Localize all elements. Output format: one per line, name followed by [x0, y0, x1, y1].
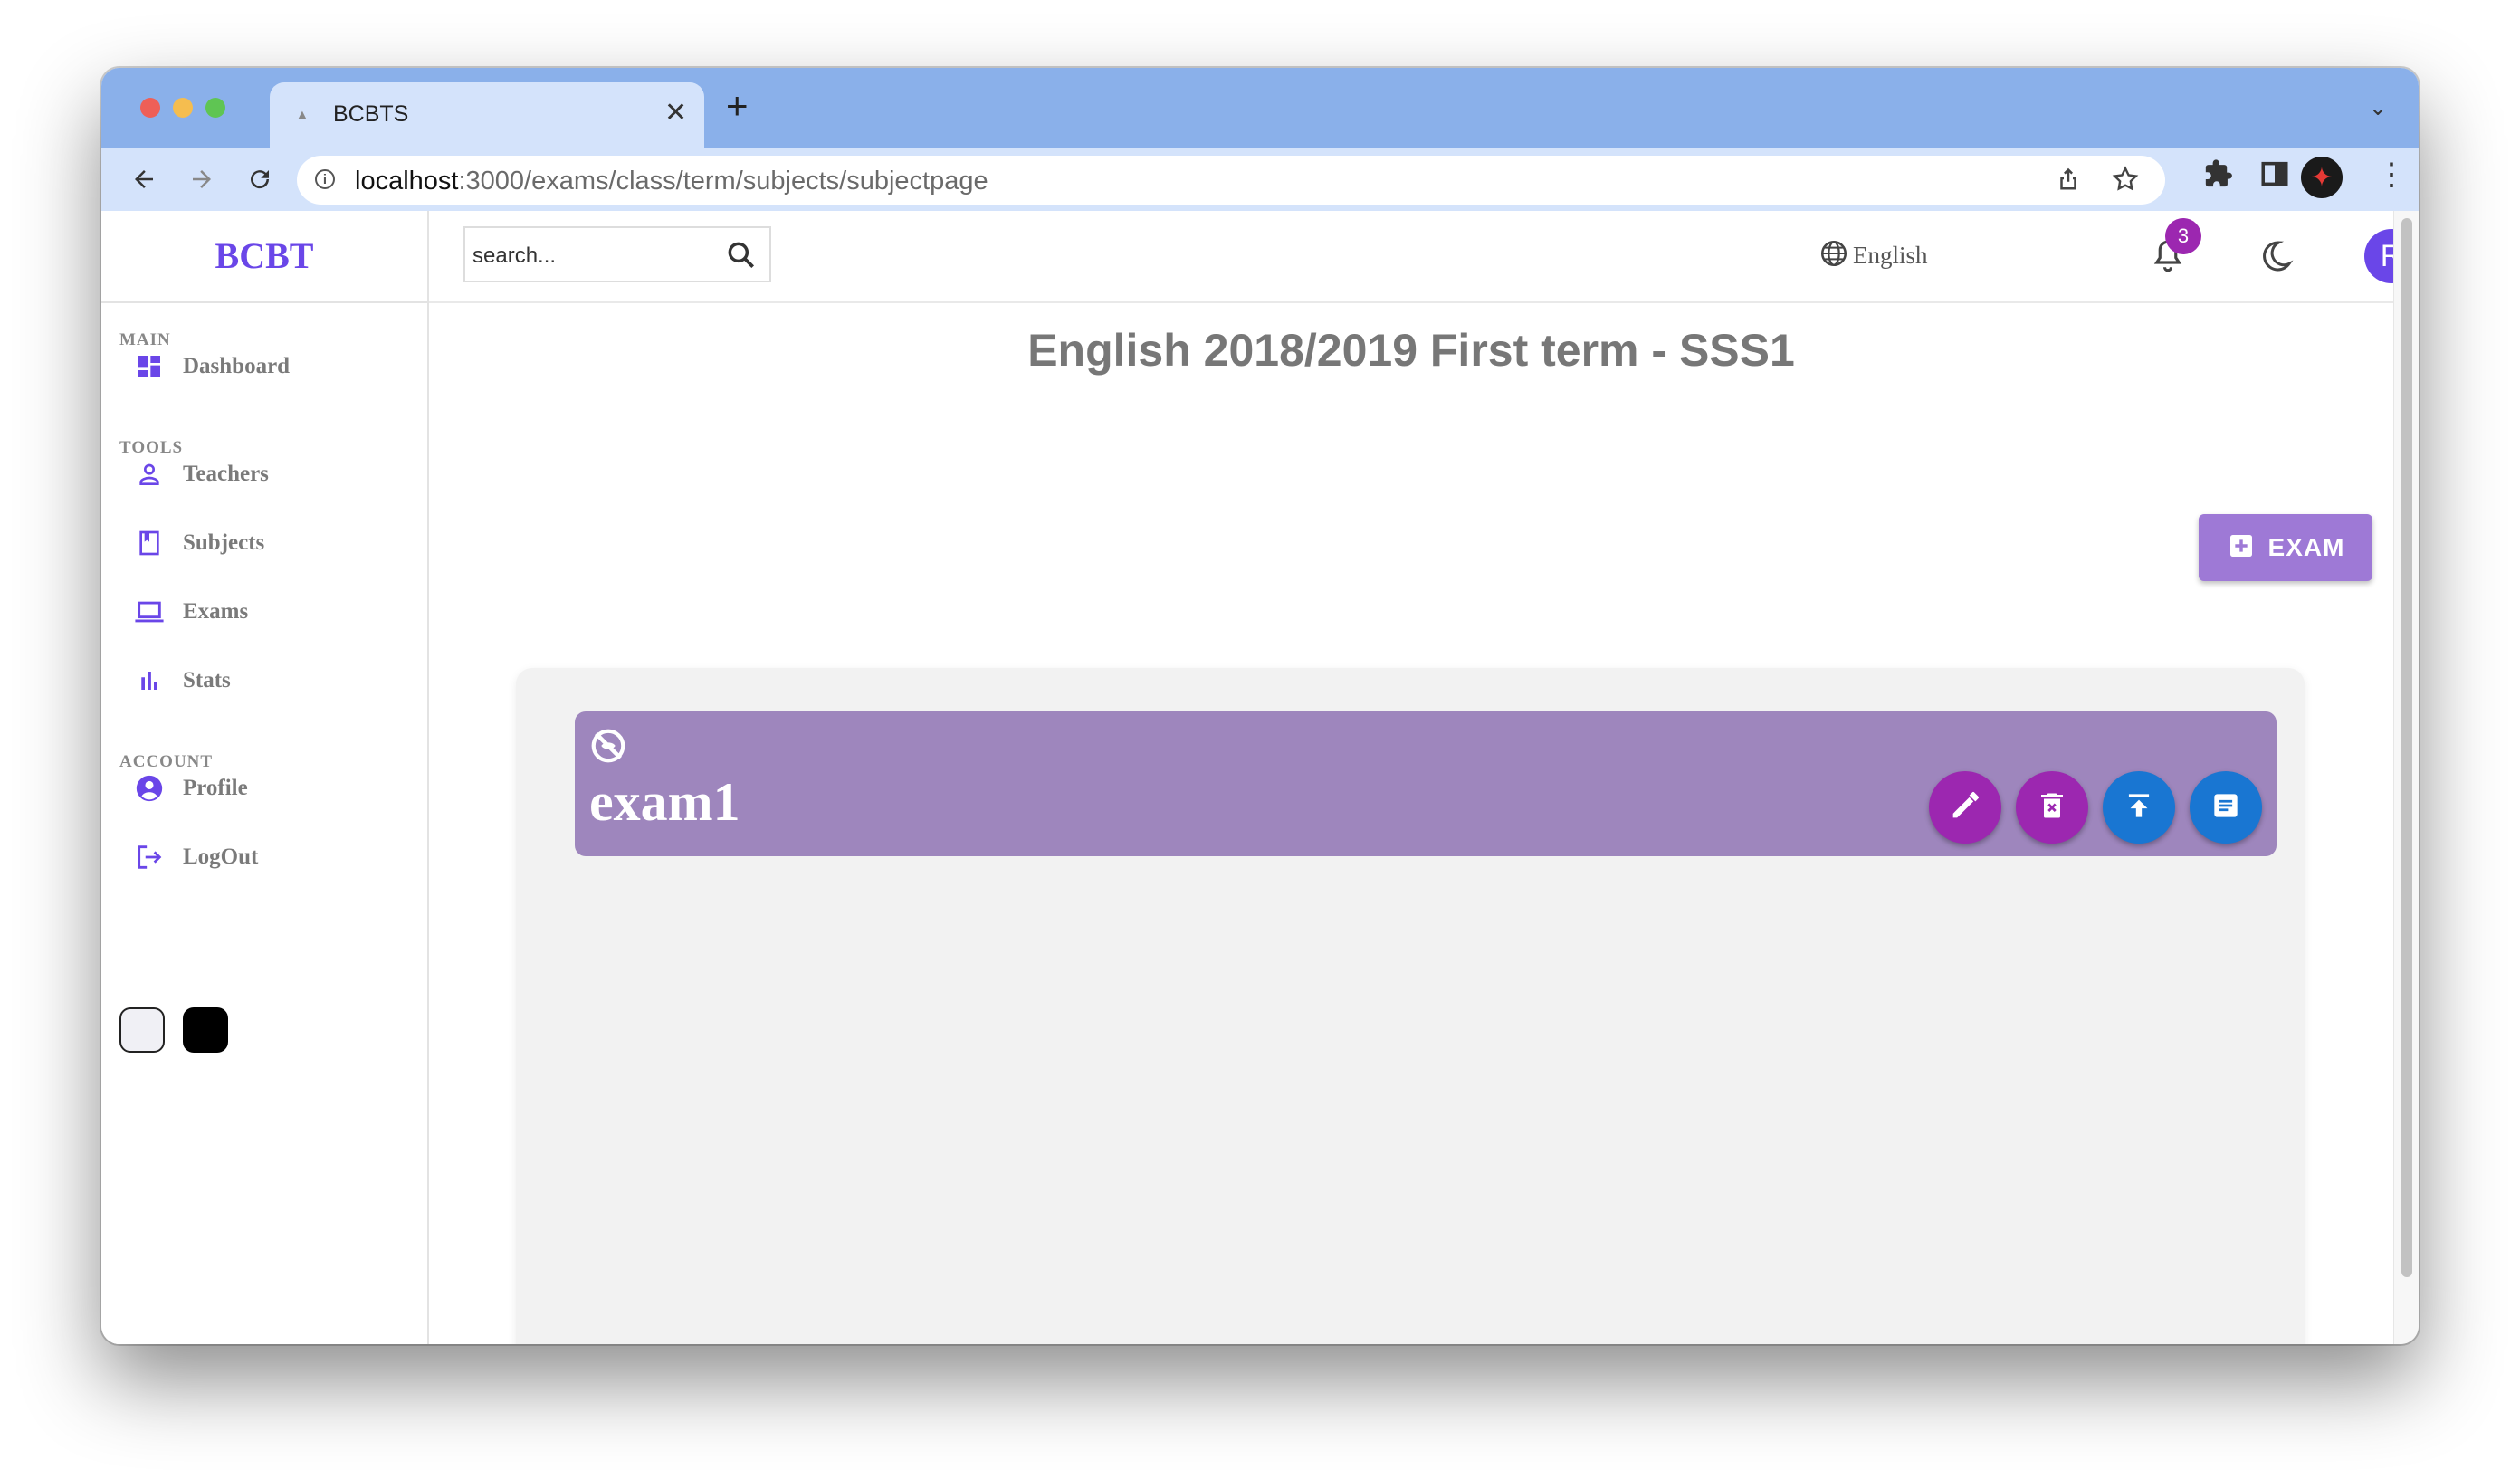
- person-icon: [130, 455, 168, 493]
- search-icon[interactable]: [724, 238, 759, 277]
- add-box-icon: [2227, 531, 2256, 565]
- language-label: English: [1853, 242, 1928, 269]
- minimize-window-button[interactable]: [173, 98, 193, 118]
- scrollbar-thumb[interactable]: [2401, 218, 2412, 1277]
- pencil-icon: [1947, 787, 1983, 828]
- logout-icon: [130, 838, 168, 876]
- extensions-puzzle-icon[interactable]: [2203, 158, 2234, 197]
- globe-icon: [1818, 238, 1849, 273]
- app-logo[interactable]: BCBT: [101, 234, 427, 277]
- article-icon: [2209, 788, 2243, 827]
- sidebar-item-label: Exams: [183, 599, 249, 624]
- browser-tab[interactable]: ▲ BCBTS ✕: [270, 82, 704, 148]
- notification-count-badge: 3: [2165, 218, 2201, 254]
- sidebar-item-exams[interactable]: Exams: [119, 587, 409, 637]
- edit-exam-button[interactable]: [1929, 771, 2001, 844]
- back-icon[interactable]: [125, 160, 163, 198]
- close-window-button[interactable]: [140, 98, 160, 118]
- logo-area: BCBT: [101, 211, 427, 303]
- reload-icon[interactable]: [241, 160, 279, 198]
- browser-menu-icon[interactable]: ⋮: [2376, 157, 2407, 193]
- browser-window: ▲ BCBTS ✕ + ⌄ i localhost:3000/exams/cla…: [101, 68, 2419, 1344]
- sidebar-item-stats[interactable]: Stats: [119, 655, 409, 706]
- delete-exam-button[interactable]: [2016, 771, 2088, 844]
- sidebar-item-label: Profile: [183, 776, 248, 800]
- sidebar-item-teachers[interactable]: Teachers: [119, 449, 409, 500]
- app-root: BCBT MAIN Dashboard TOOLS Teachers Subje…: [101, 211, 2419, 1344]
- visibility-off-icon[interactable]: [587, 725, 629, 771]
- publish-exam-button[interactable]: [2103, 771, 2175, 844]
- book-icon: [130, 524, 168, 562]
- favicon-icon: ▲: [295, 108, 310, 123]
- sidebar-item-label: Teachers: [183, 462, 269, 486]
- tab-close-icon[interactable]: ✕: [664, 97, 687, 129]
- bar-chart-icon: [130, 662, 168, 700]
- site-info-icon[interactable]: i: [315, 169, 335, 189]
- exam-card[interactable]: exam1: [575, 711, 2277, 856]
- browser-tab-bar: ▲ BCBTS ✕ + ⌄: [101, 68, 2419, 148]
- maximize-window-button[interactable]: [205, 98, 225, 118]
- side-panel-icon[interactable]: [2259, 158, 2290, 194]
- light-theme-swatch[interactable]: [119, 1007, 165, 1053]
- exam-name: exam1: [589, 772, 740, 832]
- add-exam-button[interactable]: EXAM: [2199, 514, 2372, 581]
- language-selector[interactable]: English: [1818, 238, 1928, 273]
- sidebar-item-label: Dashboard: [183, 354, 291, 378]
- dark-mode-moon-icon[interactable]: [2258, 238, 2294, 279]
- forward-icon[interactable]: [183, 160, 221, 198]
- dark-theme-swatch[interactable]: [183, 1007, 228, 1053]
- page-title: English 2018/2019 First term - SSS1: [1027, 325, 1795, 376]
- browser-profile-icon[interactable]: ✦: [2301, 157, 2343, 198]
- delete-icon: [2036, 789, 2068, 826]
- new-tab-button[interactable]: +: [726, 87, 749, 125]
- search-input[interactable]: [471, 239, 719, 273]
- sidebar-item-profile[interactable]: Profile: [119, 763, 409, 814]
- laptop-icon: [130, 593, 168, 631]
- sidebar-item-dashboard[interactable]: Dashboard: [119, 341, 409, 392]
- search-box: [463, 226, 771, 282]
- sidebar-item-logout[interactable]: LogOut: [119, 832, 409, 883]
- account-circle-icon: [130, 769, 168, 807]
- url-text: localhost:3000/exams/class/term/subjects…: [355, 167, 988, 196]
- sidebar: BCBT MAIN Dashboard TOOLS Teachers Subje…: [101, 211, 429, 1344]
- page-scrollbar[interactable]: [2393, 211, 2419, 1344]
- browser-toolbar: i localhost:3000/exams/class/term/subjec…: [101, 148, 2419, 211]
- exam-details-button[interactable]: [2190, 771, 2262, 844]
- share-icon[interactable]: [2055, 165, 2082, 199]
- address-bar[interactable]: i localhost:3000/exams/class/term/subjec…: [297, 156, 2165, 205]
- add-exam-label: EXAM: [2267, 533, 2345, 561]
- sidebar-item-label: Stats: [183, 668, 231, 692]
- sidebar-item-label: LogOut: [183, 844, 259, 869]
- tab-title: BCBTS: [333, 101, 409, 127]
- dashboard-icon: [130, 348, 168, 386]
- app-topbar: English 3 R: [429, 211, 2419, 303]
- tab-search-chevron-icon[interactable]: ⌄: [2369, 95, 2387, 121]
- sidebar-item-subjects[interactable]: Subjects: [119, 518, 409, 568]
- sidebar-item-label: Subjects: [183, 530, 265, 555]
- upload-icon: [2122, 788, 2156, 827]
- bookmark-star-icon[interactable]: [2111, 165, 2140, 201]
